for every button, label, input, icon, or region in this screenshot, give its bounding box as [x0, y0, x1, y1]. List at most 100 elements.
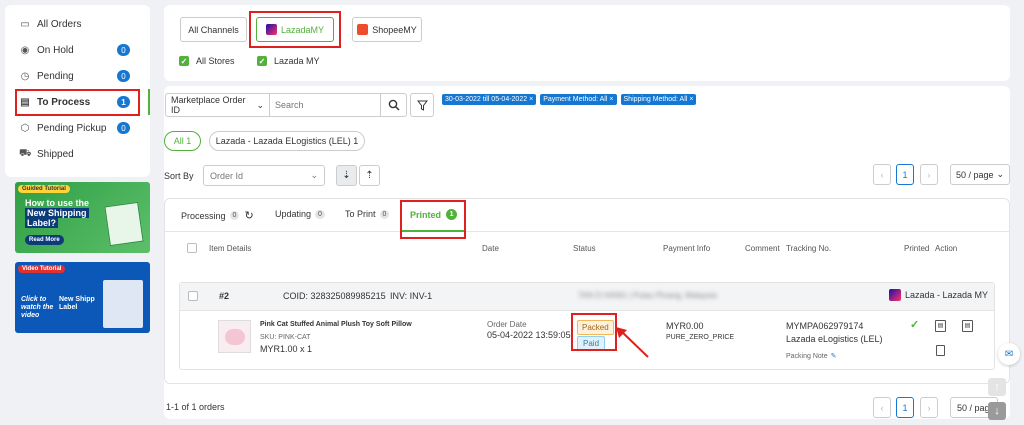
mail-icon: ✉	[1004, 348, 1014, 360]
sort-select-value: Order Id	[210, 170, 244, 181]
sort-desc-button[interactable]: ⇣	[336, 165, 357, 186]
message-float-button[interactable]: ✉	[998, 343, 1020, 365]
search-button[interactable]	[380, 94, 406, 116]
header-action: Action	[935, 244, 958, 253]
packing-note-label: Packing Note	[786, 352, 828, 360]
all-stores-checkbox[interactable]: ✓ All Stores	[179, 56, 235, 66]
sort-asc-button[interactable]: ⇡	[359, 165, 380, 186]
sort-label: Sort By	[164, 171, 194, 181]
order-date-value: 05-04-2022 13:59:05	[487, 330, 571, 340]
chevron-right-icon: ›	[927, 169, 931, 180]
sort-select[interactable]: Order Id ⌄	[203, 165, 325, 186]
tag-label: Payment Method: All	[543, 96, 608, 103]
arrow-down-icon: ↓	[994, 405, 1000, 417]
select-all-checkbox[interactable]	[187, 243, 197, 253]
sidebar-item-pending-pickup[interactable]: ⬡ Pending Pickup 0	[5, 115, 150, 141]
tab-count: 0	[379, 209, 390, 219]
pill-lel[interactable]: Lazada - Lazada ELogistics (LEL) 1	[209, 131, 365, 151]
packing-note[interactable]: Packing Note ✎	[786, 352, 837, 361]
order-number[interactable]: #2	[219, 291, 229, 301]
search-field-select[interactable]: Marketplace Order ID ⌄	[166, 94, 270, 116]
search-field-select-value: Marketplace Order ID	[171, 95, 246, 115]
filter-button[interactable]	[410, 93, 434, 117]
sidebar-item-all-orders[interactable]: ▭ All Orders	[5, 11, 150, 37]
prev-page-button[interactable]: ‹	[873, 164, 891, 185]
close-icon[interactable]: ×	[689, 96, 693, 103]
scroll-bottom-button[interactable]: ↓	[988, 402, 1006, 420]
count-badge: 0	[117, 70, 130, 82]
tab-updating[interactable]: Updating 0	[275, 209, 325, 219]
header-printed: Printed	[904, 244, 930, 253]
header-status: Status	[573, 244, 596, 253]
check-icon: ✓	[257, 56, 267, 66]
order-date-label: Order Date	[487, 320, 527, 329]
banner-heading: How to use the New Shipping Label?	[25, 198, 90, 228]
highlight-status	[571, 313, 617, 351]
read-more-button[interactable]: Read More	[25, 235, 64, 245]
highlight-lazada	[249, 11, 341, 48]
filter-tag-payment[interactable]: Payment Method: All ×	[540, 94, 617, 105]
lazada-store-checkbox[interactable]: ✓ Lazada MY	[257, 56, 320, 66]
page-number[interactable]: 1	[896, 164, 914, 185]
close-icon[interactable]: ×	[609, 96, 613, 103]
page-number-bottom[interactable]: 1	[896, 397, 914, 418]
header-payment-info: Payment Info	[663, 244, 711, 253]
close-icon[interactable]: ×	[529, 96, 533, 103]
tracking-number: MYMPA062979174	[786, 321, 864, 331]
tab-label: To Print	[345, 209, 376, 219]
chevron-right-icon: ›	[927, 402, 931, 413]
prev-page-button-bottom[interactable]: ‹	[873, 397, 891, 418]
arrow-up-icon: ↑	[994, 381, 1000, 393]
print-invoice-icon[interactable]: ▤	[935, 320, 946, 332]
tab-processing[interactable]: Processing 0 ↻	[181, 209, 254, 222]
highlight-to-process	[15, 89, 140, 116]
next-page-button-bottom[interactable]: ›	[920, 397, 938, 418]
header-item-details: Item Details	[209, 244, 252, 253]
order-checkbox[interactable]	[188, 291, 198, 301]
search-icon	[388, 99, 400, 111]
search-bar: Marketplace Order ID ⌄	[165, 93, 407, 117]
all-channels-button[interactable]: All Channels	[180, 17, 247, 42]
sidebar-item-on-hold[interactable]: ◉ On Hold 0	[5, 37, 150, 63]
search-input[interactable]	[270, 94, 380, 116]
shopee-channel-button[interactable]: ShopeeMY	[352, 17, 422, 42]
header-date: Date	[482, 244, 499, 253]
product-name[interactable]: Pink Cat Stuffed Animal Plush Toy Soft P…	[260, 321, 412, 328]
highlight-printed-tab	[400, 200, 466, 239]
per-page-select[interactable]: 50 / page ⌄	[950, 164, 1010, 185]
filter-tag-date[interactable]: 30-03-2022 till 05-04-2022 ×	[442, 94, 537, 105]
plush-image	[224, 328, 245, 345]
next-page-button[interactable]: ›	[920, 164, 938, 185]
tab-count: 0	[229, 211, 240, 220]
sort-desc-icon: ⇣	[342, 170, 351, 181]
count-badge: 0	[117, 122, 130, 134]
banner-tag: Guided Tutorial	[18, 185, 70, 193]
chevron-left-icon: ‹	[880, 169, 884, 180]
tab-label: Processing	[181, 210, 226, 221]
tab-to-print[interactable]: To Print 0	[345, 209, 390, 219]
scroll-top-button[interactable]: ↑	[988, 378, 1006, 396]
product-sku: SKU: PINK-CAT	[260, 334, 311, 341]
print-label-icon[interactable]: ▤	[962, 320, 973, 332]
filter-icon	[416, 100, 428, 111]
sidebar-item-pending[interactable]: ◷ Pending 0	[5, 63, 150, 89]
payment-amount: MYR0.00	[666, 321, 704, 331]
guided-tutorial-banner[interactable]: Guided Tutorial How to use the New Shipp…	[15, 182, 150, 253]
video-tutorial-banner[interactable]: Video Tutorial Click to watch the video …	[15, 262, 150, 333]
header-tracking: Tracking No.	[786, 244, 832, 253]
filter-tag-shipping[interactable]: Shipping Method: All ×	[620, 94, 697, 105]
clock-icon: ◷	[20, 70, 30, 82]
shopee-logo-icon	[357, 24, 369, 35]
per-page-value: 50 / page	[955, 169, 994, 180]
sidebar-item-label: Pending Pickup	[37, 122, 107, 134]
check-icon: ✓	[179, 56, 189, 66]
pill-all[interactable]: All 1	[164, 131, 201, 151]
lazada-store-label: Lazada MY	[274, 56, 320, 66]
sort-asc-icon: ⇡	[365, 170, 374, 181]
sidebar-item-shipped[interactable]: ⛟ Shipped	[5, 141, 150, 167]
refresh-icon[interactable]: ↻	[244, 209, 253, 222]
document-icon[interactable]	[936, 345, 945, 356]
all-stores-label: All Stores	[196, 56, 235, 66]
video-title: New Shipp Label	[59, 296, 95, 311]
edit-icon[interactable]: ✎	[831, 352, 837, 360]
